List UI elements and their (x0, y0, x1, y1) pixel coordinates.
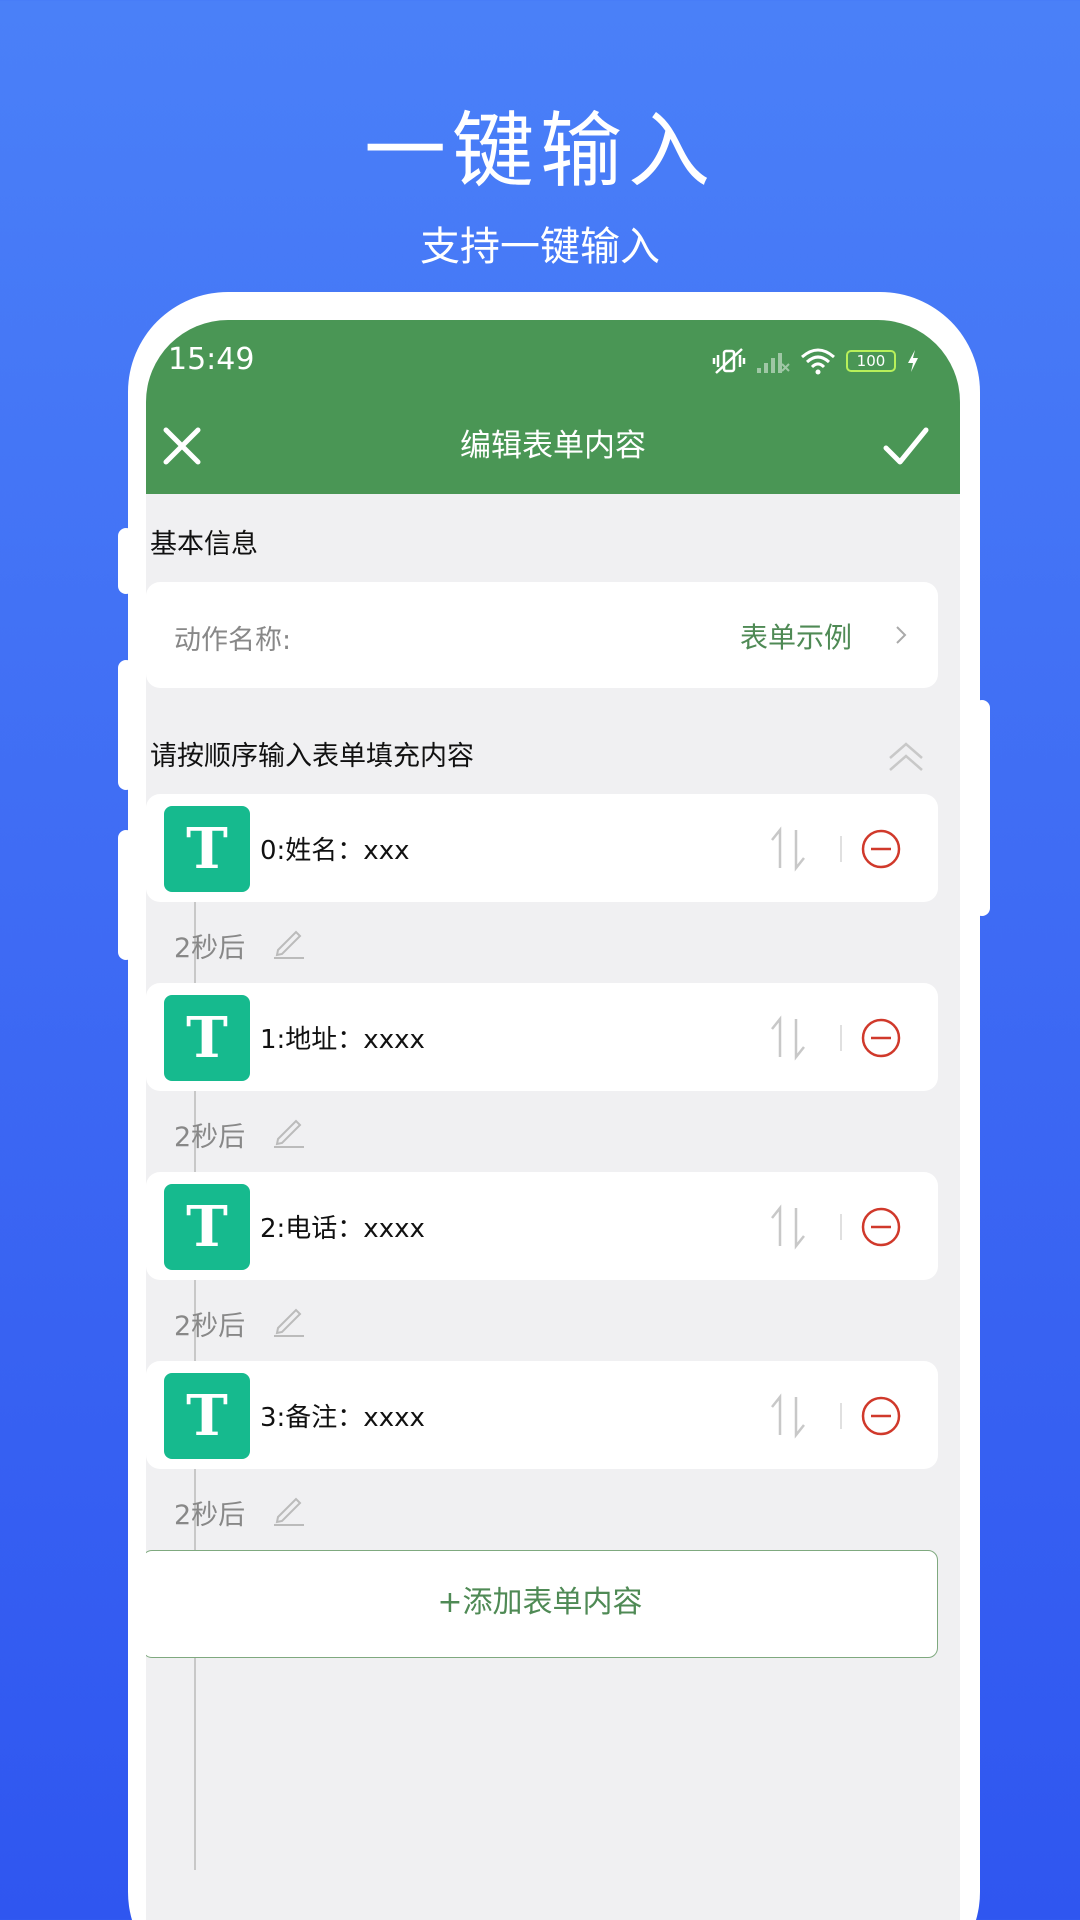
form-item[interactable]: T 3:备注：xxxx (146, 1361, 938, 1469)
battery-indicator: 100 (846, 350, 896, 372)
remove-icon[interactable] (860, 1206, 902, 1248)
delay-label: 2秒后 (174, 1500, 246, 1531)
form-item[interactable]: T 0:姓名：xxx (146, 794, 938, 902)
sort-icon[interactable] (766, 824, 810, 874)
remove-icon[interactable] (860, 1395, 902, 1437)
sort-icon[interactable] (766, 1202, 810, 1252)
double-chevron-up-icon[interactable] (884, 734, 928, 778)
delay-label: 2秒后 (174, 1122, 246, 1153)
edit-icon[interactable] (270, 924, 306, 960)
edit-icon[interactable] (270, 1491, 306, 1527)
phone-side-button (974, 700, 990, 916)
sort-icon[interactable] (766, 1013, 810, 1063)
edit-icon[interactable] (270, 1113, 306, 1149)
delay-label: 2秒后 (174, 933, 246, 964)
form-item[interactable]: T 2:电话：xxxx (146, 1172, 938, 1280)
action-name-row[interactable]: 动作名称: 表单示例 (146, 582, 938, 688)
promo-subtitle: 支持一键输入 (420, 224, 660, 270)
status-time: 15:49 (168, 342, 255, 377)
wifi-icon (801, 348, 835, 375)
sort-icon[interactable] (766, 1391, 810, 1441)
phone-side-button (118, 830, 134, 960)
silent-vibrate-icon (712, 348, 746, 374)
form-item-text: 0:姓名：xxx (260, 836, 410, 866)
app-bar: 15:49 100 编辑表单内容 (146, 320, 960, 494)
form-item[interactable]: T 1:地址：xxxx (146, 983, 938, 1091)
promo-title: 一键输入 (363, 104, 716, 199)
signal-icon (757, 353, 790, 373)
form-item-text: 2:电话：xxxx (260, 1214, 425, 1244)
divider (840, 836, 842, 862)
charging-icon (908, 350, 918, 372)
text-type-icon: T (164, 806, 250, 892)
divider (840, 1025, 842, 1051)
divider (840, 1214, 842, 1240)
edit-icon[interactable] (270, 1302, 306, 1338)
status-icons: 100 (712, 346, 920, 376)
page-title: 编辑表单内容 (460, 428, 646, 464)
form-item-text: 1:地址：xxxx (260, 1025, 425, 1055)
remove-icon[interactable] (860, 828, 902, 870)
text-type-icon: T (164, 995, 250, 1081)
form-content-heading: 请按顺序输入表单填充内容 (150, 741, 474, 772)
add-form-content-button[interactable]: +添加表单内容 (146, 1550, 938, 1658)
text-type-icon: T (164, 1184, 250, 1270)
basic-info-heading: 基本信息 (150, 529, 258, 560)
check-icon[interactable] (878, 418, 934, 474)
chevron-right-icon (896, 626, 907, 644)
delay-label: 2秒后 (174, 1311, 246, 1342)
phone-screen: 15:49 100 编辑表单内容 基本信息 动作名称: 表单示例 请按顺序输入表… (146, 320, 960, 1920)
divider (840, 1403, 842, 1429)
action-name-label: 动作名称: (174, 625, 292, 656)
form-item-text: 3:备注：xxxx (260, 1403, 425, 1433)
remove-icon[interactable] (860, 1017, 902, 1059)
phone-side-button (118, 660, 134, 790)
action-name-value: 表单示例 (739, 621, 852, 654)
phone-side-button (118, 528, 134, 594)
text-type-icon: T (164, 1373, 250, 1459)
